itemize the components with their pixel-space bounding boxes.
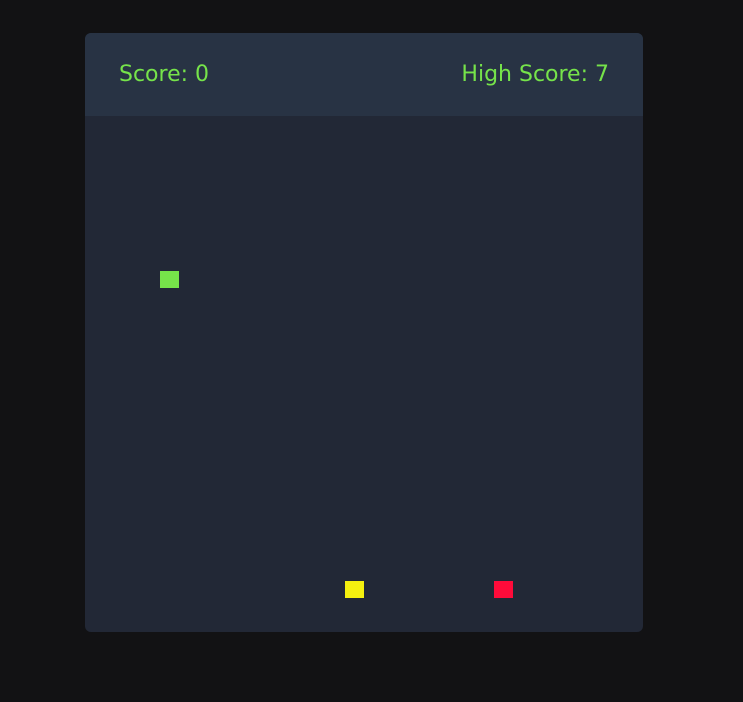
high-score-text: High Score: 7 <box>461 61 609 87</box>
snake-head <box>160 271 179 288</box>
scorebar: Score: 0 High Score: 7 <box>85 33 643 116</box>
score-text: Score: 0 <box>119 61 210 87</box>
food-item <box>345 581 364 598</box>
game-board[interactable] <box>85 116 643 632</box>
game-panel: Score: 0 High Score: 7 <box>85 33 643 632</box>
hazard-item <box>494 581 513 598</box>
